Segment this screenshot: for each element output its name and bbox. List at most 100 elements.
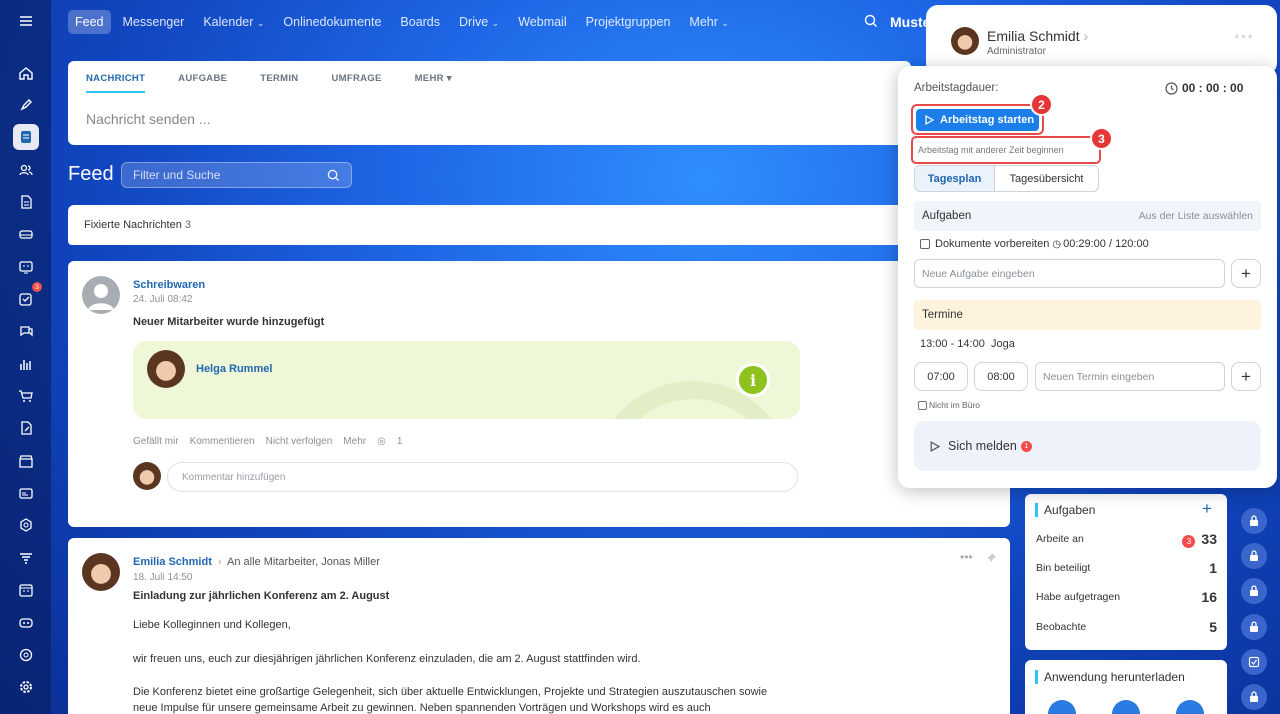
nav-drive-label: Drive (459, 14, 489, 29)
avatar[interactable] (133, 462, 161, 490)
task-stat-row[interactable]: Beobachte 5 (1036, 619, 1217, 635)
home-icon[interactable] (13, 60, 39, 86)
profile-name-row[interactable]: Emilia Schmidt › (987, 28, 1088, 44)
checklist-icon[interactable] (1241, 649, 1267, 675)
comment-input[interactable]: Kommentar hinzufügen (167, 462, 798, 492)
time-to-input[interactable]: 08:00 (974, 362, 1028, 391)
task-stat-row[interactable]: Arbeite an 3 33 (1036, 531, 1217, 548)
stat-value-group: 3 33 (1182, 531, 1217, 548)
tab-mehr[interactable]: MEHR ▾ (415, 73, 452, 93)
not-in-office-option[interactable]: Nicht im Büro (918, 400, 980, 410)
more-link[interactable]: Mehr (343, 436, 366, 447)
tab-aufgabe[interactable]: AUFGABE (178, 73, 227, 93)
like-link[interactable]: Gefällt mir (133, 436, 179, 447)
events-section-header: Termine (914, 300, 1261, 330)
schedule-icon[interactable] (13, 577, 39, 603)
time-from-input[interactable]: 07:00 (914, 362, 968, 391)
chat-icon[interactable] (13, 318, 39, 344)
add-task-button[interactable]: + (1231, 259, 1261, 288)
nav-drive[interactable]: Drive ⌄ (459, 15, 499, 29)
tab-tagesuebersicht[interactable]: Tagesübersicht (994, 165, 1099, 192)
pin-icon[interactable] (986, 550, 997, 568)
not-in-office-checkbox[interactable] (918, 400, 927, 410)
chevron-down-icon: ⌄ (491, 17, 500, 28)
edit-doc-icon[interactable] (13, 415, 39, 441)
task-item-label[interactable]: Dokumente vorbereiten (935, 238, 1049, 250)
caret-down-icon: ▾ (446, 73, 452, 84)
more-options-icon[interactable]: ∘∘∘ (1234, 31, 1254, 42)
avatar[interactable] (147, 350, 185, 388)
robot-icon[interactable] (13, 609, 39, 635)
tab-tagesplan[interactable]: Tagesplan (914, 165, 995, 192)
post-recipients[interactable]: An alle Mitarbeiter, Jonas Miller (227, 556, 380, 568)
calendar-board-icon[interactable] (13, 254, 39, 280)
avatar[interactable] (82, 276, 120, 314)
post-date[interactable]: 18. Juli 14:50 (133, 572, 193, 583)
cart-icon[interactable] (13, 383, 39, 409)
filter-search-input[interactable]: Filter und Suche (121, 162, 352, 188)
users-icon[interactable] (13, 157, 39, 183)
nav-onlinedokumente[interactable]: Onlinedokumente (283, 15, 381, 29)
feed-icon[interactable] (13, 124, 39, 150)
funnel-icon[interactable] (13, 545, 39, 571)
menu-icon[interactable] (13, 8, 39, 34)
analytics-icon[interactable] (13, 351, 39, 377)
post-actions: Gefällt mir Kommentieren Nicht verfolgen… (133, 436, 424, 447)
employee-name[interactable]: Helga Rummel (196, 363, 272, 375)
nav-messenger[interactable]: Messenger (123, 15, 185, 29)
windows-icon[interactable] (1112, 700, 1140, 714)
new-event-input[interactable]: Neuen Termin eingeben (1035, 362, 1225, 391)
appstore-icon[interactable] (1176, 700, 1204, 714)
event-item[interactable]: 13:00 - 14:00 Joga (920, 338, 1015, 350)
tab-nachricht[interactable]: NACHRICHT (86, 73, 146, 93)
nav-projektgruppen[interactable]: Projektgruppen (586, 15, 671, 29)
avatar[interactable] (951, 27, 979, 55)
nav-kalender[interactable]: Kalender ⌄ (203, 15, 264, 29)
nav-mehr[interactable]: Mehr ⌄ (689, 15, 729, 29)
start-workday-button[interactable]: Arbeitstag starten (916, 109, 1039, 131)
new-task-input[interactable]: Neue Aufgabe eingeben (914, 259, 1225, 288)
task-stat-row[interactable]: Habe aufgetragen 16 (1036, 589, 1217, 605)
apple-icon[interactable] (1048, 700, 1076, 714)
comment-link[interactable]: Kommentieren (190, 436, 255, 447)
filter-placeholder: Filter und Suche (133, 168, 221, 182)
add-task-icon[interactable]: + (1202, 499, 1212, 519)
store-icon[interactable] (13, 448, 39, 474)
start-other-time-link[interactable]: Arbeitstag mit anderer Zeit beginnen (911, 136, 1101, 164)
post-date[interactable]: 24. Juli 08:42 (133, 294, 193, 305)
tab-umfrage[interactable]: UMFRAGE (331, 73, 381, 93)
report-button[interactable]: Sich melden 1 (914, 421, 1261, 471)
post-author[interactable]: Emilia Schmidt (133, 556, 212, 568)
search-icon[interactable] (864, 14, 878, 33)
nav-webmail[interactable]: Webmail (518, 15, 566, 29)
task-checkbox[interactable] (920, 239, 930, 249)
drive-icon[interactable] (13, 221, 39, 247)
unfollow-link[interactable]: Nicht verfolgen (266, 436, 333, 447)
pinned-messages-bar[interactable]: Fixierte Nachrichten 3 (68, 205, 911, 245)
lock-icon[interactable] (1241, 578, 1267, 604)
tasks-icon[interactable]: 3 (13, 282, 42, 312)
message-input[interactable]: Nachricht senden ... (86, 111, 211, 127)
target-icon[interactable] (13, 642, 39, 668)
nav-boards[interactable]: Boards (400, 15, 440, 29)
workday-panel: Arbeitstagdauer: 00 : 00 : 00 Arbeitstag… (898, 66, 1277, 488)
document-icon[interactable] (13, 189, 39, 215)
avatar[interactable] (82, 553, 120, 591)
tab-termin[interactable]: TERMIN (260, 73, 298, 93)
hexagon-icon[interactable] (13, 512, 39, 538)
lock-icon[interactable] (1241, 543, 1267, 569)
info-icon: i (736, 363, 770, 397)
card-icon[interactable] (13, 480, 39, 506)
lock-icon[interactable] (1241, 508, 1267, 534)
more-options-icon[interactable]: ••• (960, 550, 973, 564)
rocket-icon[interactable] (13, 92, 39, 118)
select-from-list-link[interactable]: Aus der Liste auswählen (1139, 210, 1253, 222)
add-event-button[interactable]: + (1231, 362, 1261, 391)
lock-icon[interactable] (1241, 684, 1267, 710)
global-search-text[interactable]: Muste (890, 14, 930, 30)
lock-icon[interactable] (1241, 614, 1267, 640)
nav-feed[interactable]: Feed (68, 9, 111, 34)
task-stat-row[interactable]: Bin beteiligt 1 (1036, 560, 1217, 576)
post-author[interactable]: Schreibwaren (133, 279, 205, 291)
settings-icon[interactable] (13, 674, 39, 700)
